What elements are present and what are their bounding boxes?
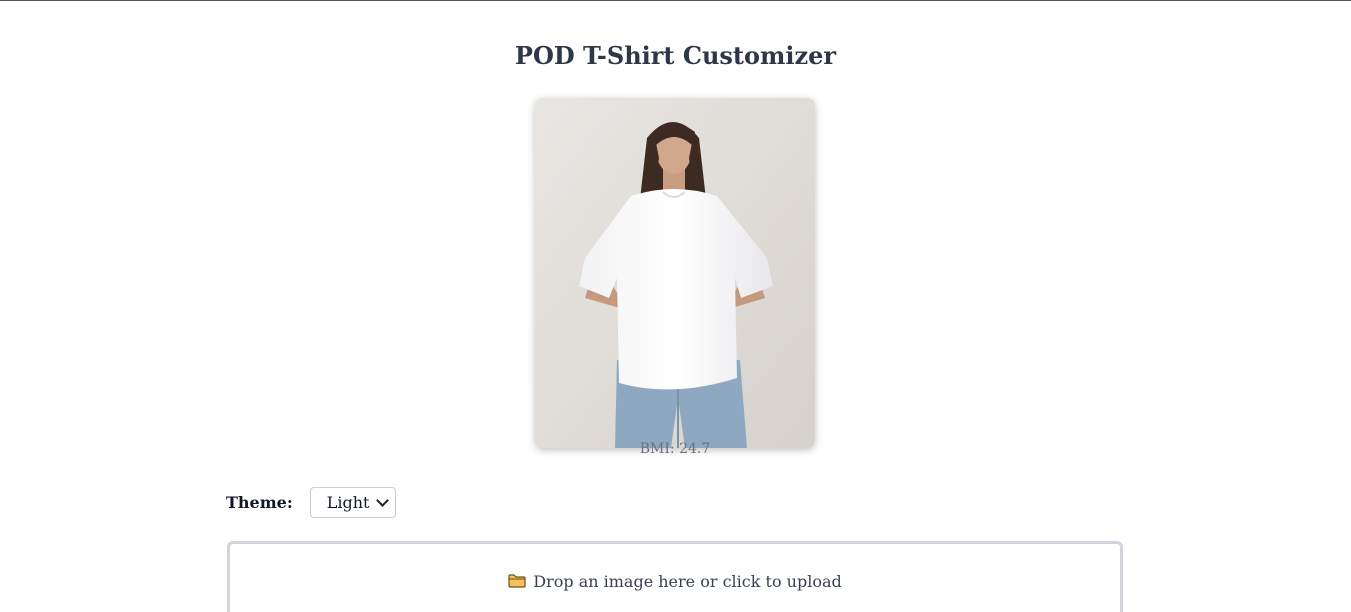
theme-label: Theme: xyxy=(226,492,293,512)
theme-control: Theme: Light xyxy=(226,486,396,518)
dropzone-content: Drop an image here or click to upload xyxy=(508,572,842,612)
page-title: POD T-Shirt Customizer xyxy=(514,41,837,70)
chevron-down-icon xyxy=(375,493,389,507)
folder-icon xyxy=(508,574,526,588)
theme-select-value: Light xyxy=(326,492,370,512)
bmi-label: BMI: 24.7 xyxy=(639,441,711,457)
model-photo xyxy=(535,98,815,448)
theme-select[interactable]: Light xyxy=(309,486,396,518)
dropzone-text: Drop an image here or click to upload xyxy=(533,572,842,591)
image-upload-dropzone[interactable]: Drop an image here or click to upload xyxy=(227,541,1123,612)
tshirt-preview-image xyxy=(535,98,815,448)
